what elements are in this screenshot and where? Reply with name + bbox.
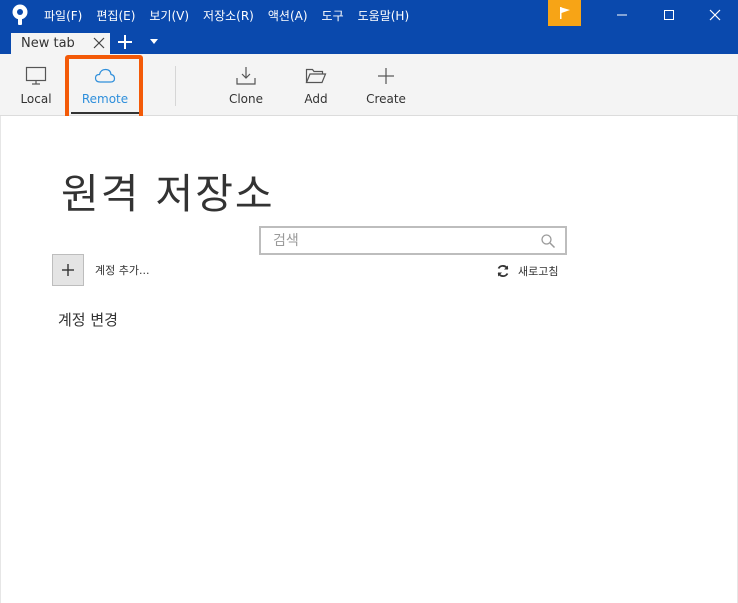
menu-repository[interactable]: 저장소(R) xyxy=(203,7,254,24)
clone-label: Clone xyxy=(228,92,264,106)
search-box[interactable] xyxy=(259,226,567,255)
create-label: Create xyxy=(366,92,406,106)
clone-button[interactable]: Clone xyxy=(226,54,266,116)
add-label: Add xyxy=(304,92,328,106)
add-button[interactable]: Add xyxy=(299,54,333,116)
remote-repositories-panel: 원격 저장소 계정 추가... 새로고침 계정 변경 xyxy=(0,116,738,603)
change-account-link[interactable]: 계정 변경 xyxy=(58,309,118,330)
tab-new-tab[interactable]: New tab xyxy=(11,33,110,54)
new-tab-plus-icon[interactable] xyxy=(117,34,133,50)
maximize-button[interactable] xyxy=(646,0,692,30)
search-icon xyxy=(541,234,556,249)
add-account-button[interactable] xyxy=(52,254,84,286)
refresh-label: 새로고침 xyxy=(518,265,559,278)
flag-icon xyxy=(559,7,570,19)
local-label: Local xyxy=(20,92,52,106)
page-title: 원격 저장소 xyxy=(61,170,275,218)
menu-edit[interactable]: 편집(E) xyxy=(96,7,135,24)
sourcetree-logo-icon[interactable] xyxy=(10,4,30,26)
title-bar: 파일(F) 편집(E) 보기(V) 저장소(R) 액션(A) 도구 도움말(H) xyxy=(0,0,738,30)
menu-bar: 파일(F) 편집(E) 보기(V) 저장소(R) 액션(A) 도구 도움말(H) xyxy=(44,0,423,30)
plus-icon xyxy=(375,66,397,86)
refresh-icon xyxy=(497,265,509,277)
menu-file[interactable]: 파일(F) xyxy=(44,7,82,24)
search-input[interactable] xyxy=(273,231,533,251)
remote-highlight-annotation xyxy=(65,55,143,122)
menu-help[interactable]: 도움말(H) xyxy=(358,7,410,24)
tab-label: New tab xyxy=(21,36,75,51)
create-button[interactable]: Create xyxy=(364,54,408,116)
toolbar-divider xyxy=(175,66,176,106)
close-window-button[interactable] xyxy=(692,0,738,30)
tab-close-icon[interactable] xyxy=(93,37,105,49)
close-icon xyxy=(709,9,721,21)
add-account-label[interactable]: 계정 추가... xyxy=(95,262,149,278)
tab-bar: New tab xyxy=(0,30,738,54)
menu-tools[interactable]: 도구 xyxy=(322,7,344,24)
local-button[interactable]: Local xyxy=(16,54,56,116)
menu-action[interactable]: 액션(A) xyxy=(268,7,308,24)
folder-open-icon xyxy=(305,66,327,86)
plus-icon xyxy=(62,264,74,276)
menu-view[interactable]: 보기(V) xyxy=(149,7,189,24)
refresh-button[interactable]: 새로고침 xyxy=(496,263,558,279)
minimize-icon xyxy=(617,14,627,16)
download-icon xyxy=(235,66,257,86)
tab-dropdown-icon[interactable] xyxy=(149,39,159,45)
monitor-icon xyxy=(25,66,47,86)
maximize-icon xyxy=(664,10,674,20)
flag-button[interactable] xyxy=(548,0,581,26)
minimize-button[interactable] xyxy=(599,0,645,30)
